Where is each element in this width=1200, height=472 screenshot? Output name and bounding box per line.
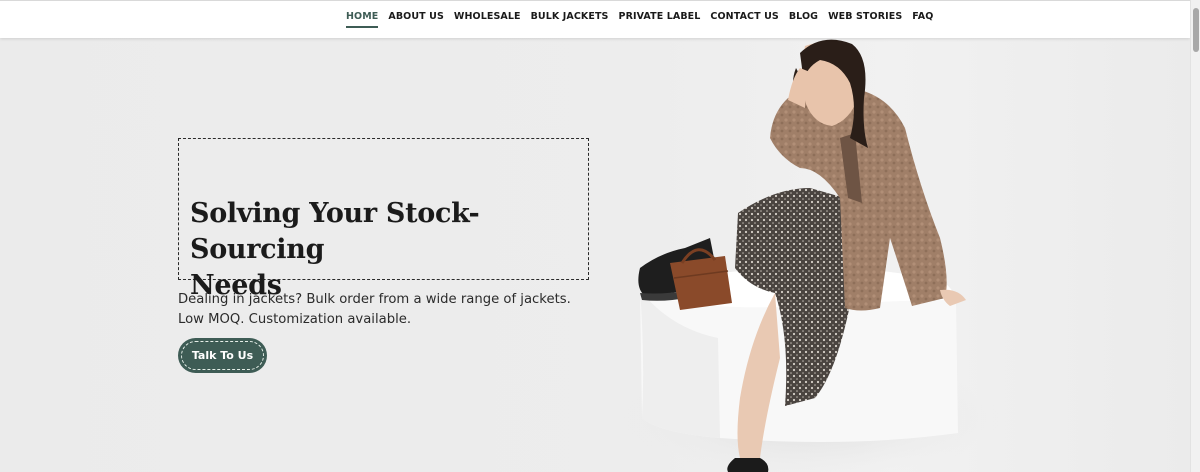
hero-subtext: Dealing in jackets? Bulk order from a wi… bbox=[178, 292, 571, 327]
hero-model-image bbox=[620, 39, 1000, 472]
top-navigation-bar: HOME ABOUT US WHOLESALE BULK JACKETS PRI… bbox=[0, 0, 1190, 38]
hero-banner: Solving Your Stock-Sourcing Needs Dealin… bbox=[0, 38, 1190, 472]
scrollbar-thumb[interactable] bbox=[1193, 8, 1199, 52]
nav-item-home[interactable]: HOME bbox=[346, 11, 379, 28]
talk-to-us-button[interactable]: Talk To Us bbox=[178, 338, 267, 373]
nav-item-about-us[interactable]: ABOUT US bbox=[388, 11, 444, 28]
cta-label: Talk To Us bbox=[191, 349, 254, 362]
nav-item-contact-us[interactable]: CONTACT US bbox=[710, 11, 778, 28]
nav-item-private-label[interactable]: PRIVATE LABEL bbox=[619, 11, 701, 28]
nav-item-bulk-jackets[interactable]: BULK JACKETS bbox=[531, 11, 609, 28]
nav-item-faq[interactable]: FAQ bbox=[912, 11, 933, 28]
nav-item-blog[interactable]: BLOG bbox=[789, 11, 818, 28]
main-nav: HOME ABOUT US WHOLESALE BULK JACKETS PRI… bbox=[346, 11, 933, 28]
nav-item-web-stories[interactable]: WEB STORIES bbox=[828, 11, 902, 28]
vertical-scrollbar[interactable] bbox=[1190, 0, 1200, 472]
headline-line-1: Solving Your Stock-Sourcing bbox=[190, 198, 480, 265]
nav-item-wholesale[interactable]: WHOLESALE bbox=[454, 11, 521, 28]
hero-headline: Solving Your Stock-Sourcing Needs bbox=[190, 196, 580, 304]
